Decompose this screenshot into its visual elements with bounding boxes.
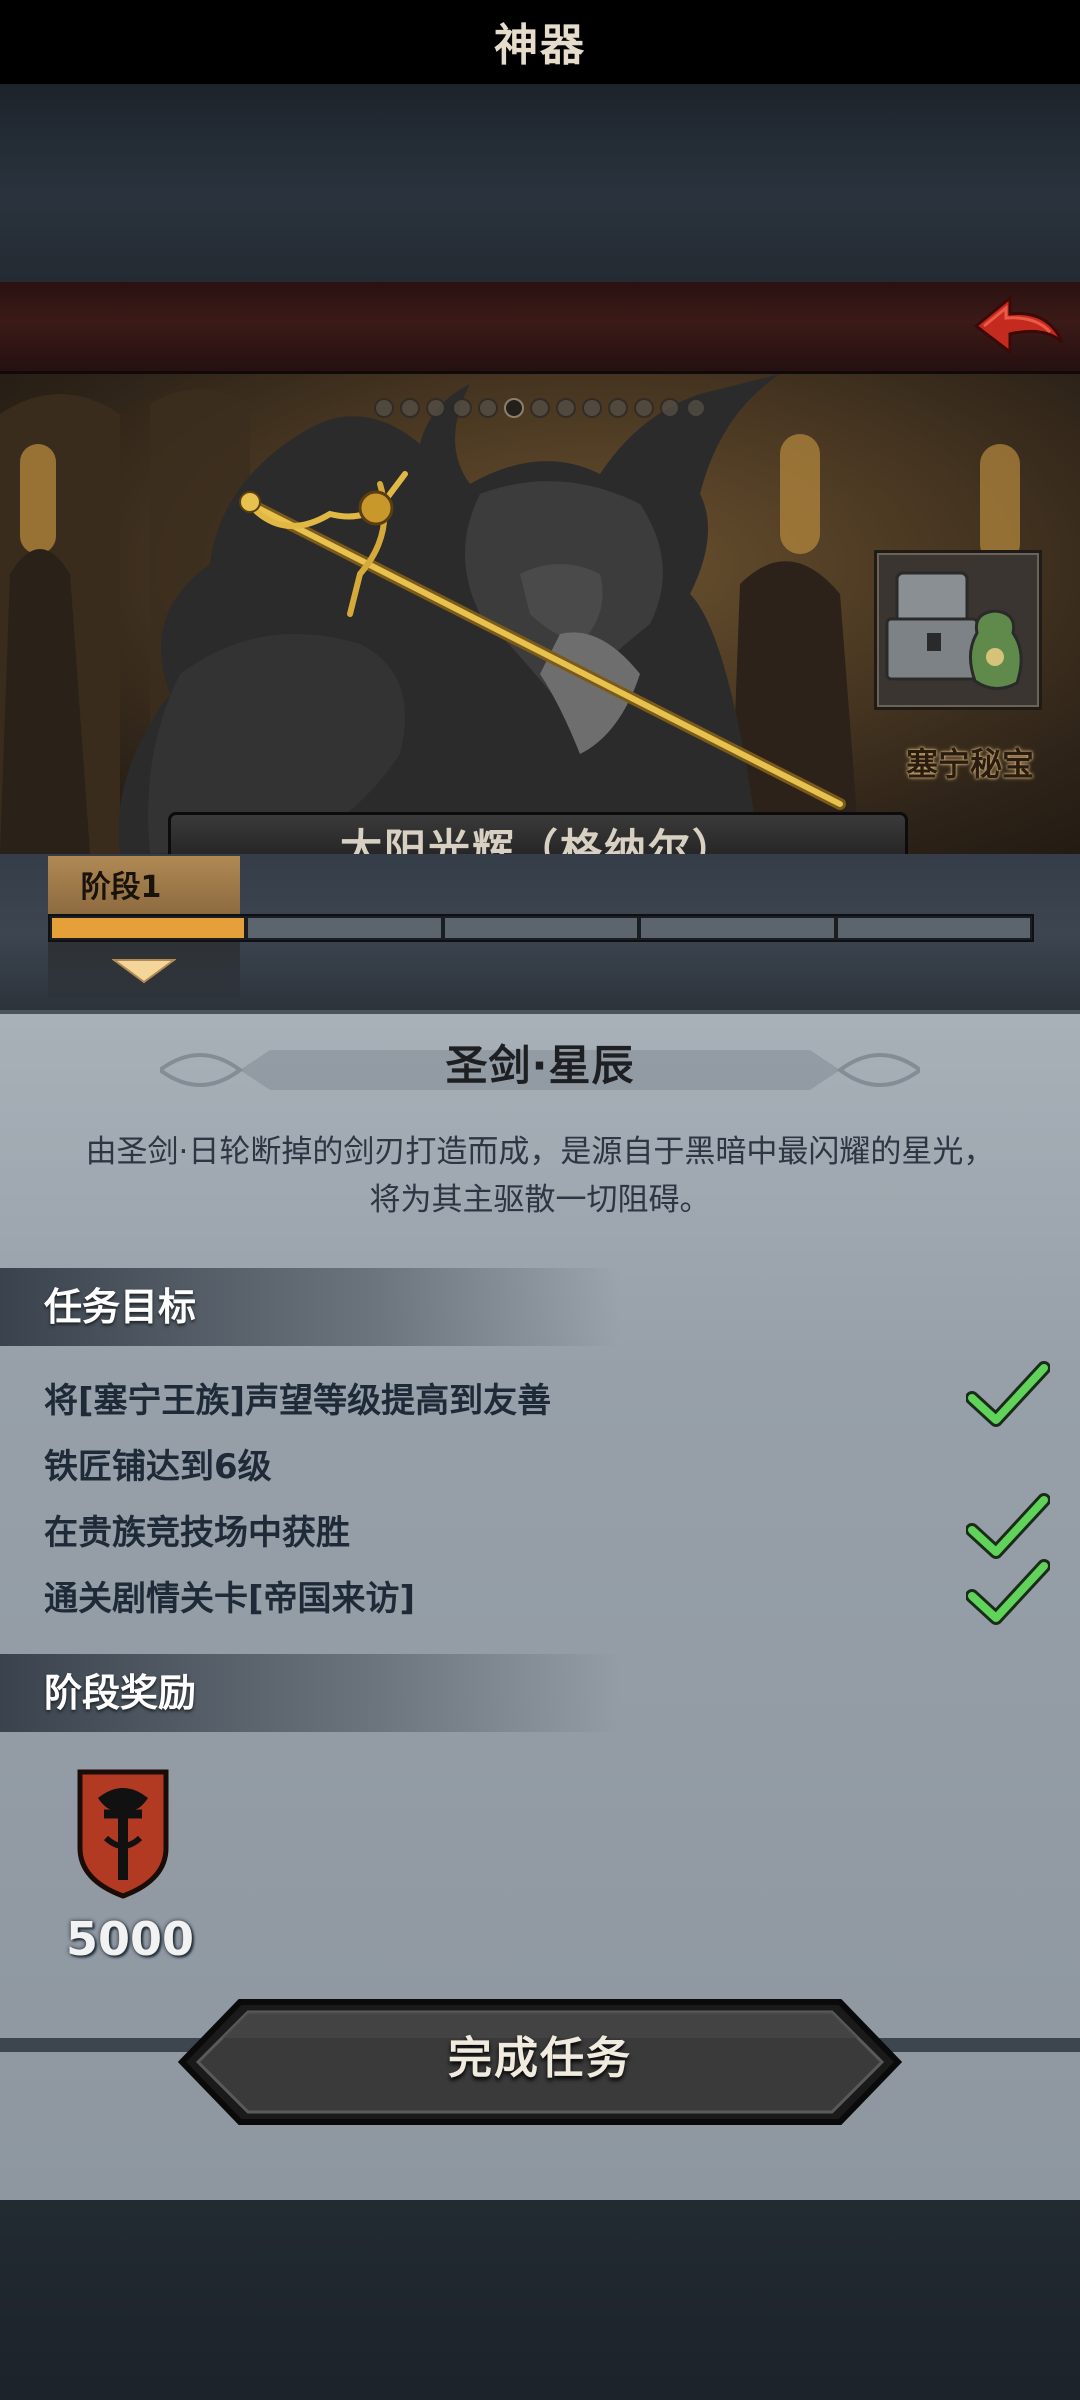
- page-dot[interactable]: [686, 398, 706, 418]
- page-dot[interactable]: [530, 398, 550, 418]
- page-dot[interactable]: [582, 398, 602, 418]
- page-dot[interactable]: [452, 398, 472, 418]
- treasure-label: 塞宁秘宝: [905, 745, 1034, 783]
- stage-progress-segment: [444, 918, 638, 938]
- task-item: 将[塞宁王族]声望等级提高到友善: [44, 1381, 552, 1421]
- artifact-description: 由圣剑·日轮断掉的剑刃打造而成，是源自于黑暗中最闪耀的星光， 将为其主驱散一切阻…: [40, 1128, 1040, 1224]
- page-dot[interactable]: [374, 398, 394, 418]
- stage-progress-segment: [52, 918, 245, 938]
- task-item: 铁匠铺达到6级: [44, 1447, 272, 1487]
- bottom-background: [0, 2200, 1080, 2400]
- rewards-section-title: 阶段奖励: [44, 1671, 197, 1715]
- banner-page-indicator: [290, 396, 790, 420]
- description-line: 将为其主驱散一切阻碍。: [369, 1182, 711, 1218]
- top-background: [0, 84, 1080, 284]
- page-dot-active[interactable]: [504, 398, 524, 418]
- stage-tab-label: 阶段1: [80, 870, 162, 905]
- page-dot[interactable]: [608, 398, 628, 418]
- header-bar: [0, 282, 1080, 374]
- page-dot[interactable]: [400, 398, 420, 418]
- checkmark-icon: [966, 1361, 1050, 1427]
- checkmark-icon: [966, 1559, 1050, 1625]
- treasure-button[interactable]: [874, 550, 1042, 710]
- stage-progress-segment: [837, 918, 1031, 938]
- task-item: 在贵族竞技场中获胜: [44, 1513, 350, 1553]
- artifact-banner: 塞宁秘宝 太阳光辉（格纳尔）: [0, 374, 1080, 854]
- artifact-name: 圣剑·星辰: [445, 1041, 635, 1090]
- description-line: 由圣剑·日轮断掉的剑刃打造而成，是源自于黑暗中最闪耀的星光，: [85, 1134, 995, 1170]
- page-dot[interactable]: [634, 398, 654, 418]
- stage-progress-bar: [48, 914, 1034, 942]
- back-arrow-icon[interactable]: [970, 290, 1066, 362]
- artifact-subtitle: 太阳光辉（格纳尔）: [339, 825, 736, 854]
- checkmark-icon: [966, 1493, 1050, 1559]
- page-dot[interactable]: [660, 398, 680, 418]
- complete-task-label: 完成任务: [448, 2033, 632, 2084]
- tasks-section-title: 任务目标: [44, 1285, 197, 1329]
- treasure-chest-icon: [885, 571, 1023, 690]
- page-title: 神器: [494, 20, 586, 71]
- page-dot[interactable]: [426, 398, 446, 418]
- page-dot[interactable]: [556, 398, 576, 418]
- stage-progress-segment: [641, 918, 834, 938]
- reward-amount: 5000: [65, 1912, 195, 1966]
- stage-progress-segment: [248, 918, 441, 938]
- stage-pointer-icon: [112, 959, 176, 984]
- crimson-shield-emblem-icon[interactable]: [76, 1768, 170, 1900]
- page-dot[interactable]: [478, 398, 498, 418]
- task-item: 通关剧情关卡[帝国来访]: [44, 1579, 416, 1619]
